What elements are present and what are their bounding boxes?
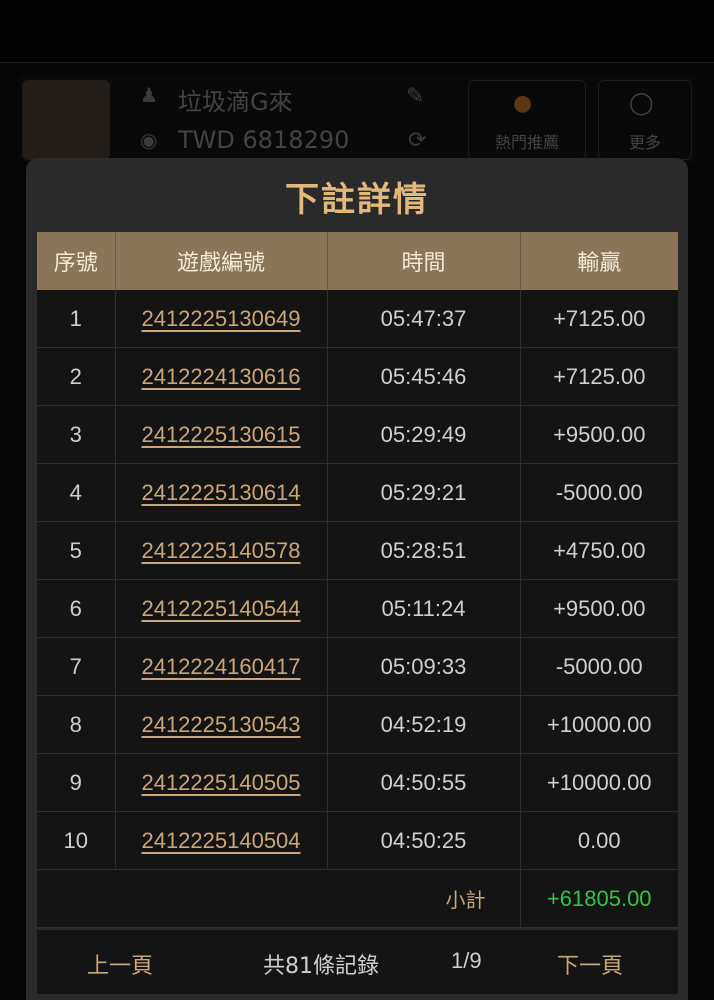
subtotal-label: 小計 [37, 869, 521, 928]
row-time: 05:45:46 [327, 347, 521, 406]
game-id-link[interactable]: 2412224130616 [141, 364, 300, 389]
modal-title: 下註詳情 [285, 180, 429, 220]
row-win-loss: +7125.00 [520, 290, 678, 348]
row-win-loss: -5000.00 [520, 637, 678, 696]
table-row: 3 2412225130615 05:29:49 +9500.00 [37, 405, 678, 464]
row-seq: 1 [37, 290, 116, 348]
game-id-link[interactable]: 2412225140504 [141, 828, 300, 853]
game-id-link[interactable]: 2412225140505 [141, 770, 300, 795]
row-seq: 4 [37, 463, 116, 522]
column-header-time: 時間 [327, 232, 521, 290]
row-game-id-cell: 2412225140544 [115, 579, 328, 638]
row-seq: 9 [37, 753, 116, 812]
row-win-loss: +10000.00 [520, 753, 678, 812]
game-id-link[interactable]: 2412225130649 [141, 306, 300, 331]
row-time: 05:47:37 [327, 290, 521, 348]
row-win-loss: +9500.00 [520, 405, 678, 464]
bet-detail-modal: 下註詳情 序號 遊戲編號 時間 輸贏 1 2412225130649 05:47:3… [26, 158, 688, 1000]
row-game-id-cell: 2412224160417 [115, 637, 328, 696]
row-win-loss: +9500.00 [520, 579, 678, 638]
profile-card: ♟ 垃圾滴G來 ✎ ◉ TWD 6818290 ⟳ ● 熱門推薦 ◯ 更多 [18, 76, 696, 162]
balance: TWD 6818290 [178, 126, 350, 154]
table-row: 2 2412224130616 05:45:46 +7125.00 [37, 347, 678, 406]
row-game-id-cell: 2412225140504 [115, 811, 328, 870]
column-header-seq: 序號 [37, 232, 116, 290]
coin-icon: ◉ [140, 128, 158, 152]
fire-icon: ● [513, 91, 533, 116]
row-time: 05:29:49 [327, 405, 521, 464]
row-game-id-cell: 2412224130616 [115, 347, 328, 406]
bet-detail-table: 序號 遊戲編號 時間 輸贏 1 2412225130649 05:47:37 +712… [37, 232, 678, 928]
prev-page-button[interactable]: 上一頁 [87, 948, 153, 980]
avatar [22, 80, 110, 160]
game-id-link[interactable]: 2412225140544 [141, 596, 300, 621]
row-seq: 10 [37, 811, 116, 870]
app-top-bar [0, 0, 714, 62]
next-page-button[interactable]: 下一頁 [557, 948, 623, 980]
column-header-win-loss: 輸贏 [520, 232, 678, 290]
row-seq: 5 [37, 521, 116, 580]
hot-recommend-label: 熱門推薦 [494, 133, 559, 152]
row-game-id-cell: 2412225140578 [115, 521, 328, 580]
game-id-link[interactable]: 2412225140578 [141, 538, 300, 563]
row-seq: 3 [37, 405, 116, 464]
table-row: 6 2412225140544 05:11:24 +9500.00 [37, 579, 678, 638]
app-divider [0, 62, 714, 63]
row-win-loss: +10000.00 [520, 695, 678, 754]
row-time: 05:11:24 [327, 579, 521, 638]
table-row: 8 2412225130543 04:52:19 +10000.00 [37, 695, 678, 754]
table-row: 9 2412225140505 04:50:55 +10000.00 [37, 753, 678, 812]
row-time: 05:09:33 [327, 637, 521, 696]
row-time: 05:29:21 [327, 463, 521, 522]
game-id-link[interactable]: 2412225130614 [141, 480, 300, 505]
row-game-id-cell: 2412225140505 [115, 753, 328, 812]
hot-recommend-button: ● 熱門推薦 [468, 80, 586, 160]
table-row: 1 2412225130649 05:47:37 +7125.00 [37, 290, 678, 348]
user-icon: ♟ [140, 83, 158, 107]
more-label: 更多 [628, 133, 661, 152]
row-time: 05:28:51 [327, 521, 521, 580]
row-win-loss: 0.00 [520, 811, 678, 870]
game-id-link[interactable]: 2412224160417 [141, 654, 300, 679]
table-row: 7 2412224160417 05:09:33 -5000.00 [37, 637, 678, 696]
row-game-id-cell: 2412225130649 [115, 290, 328, 348]
row-seq: 6 [37, 579, 116, 638]
row-time: 04:52:19 [327, 695, 521, 754]
clock-icon: ◯ [629, 91, 654, 116]
table-row: 4 2412225130614 05:29:21 -5000.00 [37, 463, 678, 522]
row-seq: 2 [37, 347, 116, 406]
game-id-link[interactable]: 2412225130543 [141, 712, 300, 737]
column-header-game-id: 遊戲編號 [115, 232, 328, 290]
row-win-loss: +7125.00 [520, 347, 678, 406]
subtotal-value: +61805.00 [520, 869, 678, 928]
game-id-link[interactable]: 2412225130615 [141, 422, 300, 447]
row-seq: 7 [37, 637, 116, 696]
row-seq: 8 [37, 695, 116, 754]
row-game-id-cell: 2412225130543 [115, 695, 328, 754]
row-win-loss: -5000.00 [520, 463, 678, 522]
refresh-icon: ⟳ [408, 128, 427, 153]
pagination-bar: 上一頁 共81條記錄 1/9 下一頁 [37, 930, 678, 994]
username: 垃圾滴G來 [178, 88, 293, 116]
row-game-id-cell: 2412225130615 [115, 405, 328, 464]
table-header-row: 序號 遊戲編號 時間 輸贏 [37, 232, 678, 290]
subtotal-row: 小計 +61805.00 [37, 869, 678, 928]
row-win-loss: +4750.00 [520, 521, 678, 580]
page-indicator: 1/9 [451, 948, 482, 973]
total-records: 共81條記錄 [263, 954, 379, 979]
row-time: 04:50:55 [327, 753, 521, 812]
row-game-id-cell: 2412225130614 [115, 463, 328, 522]
table-row: 10 2412225140504 04:50:25 0.00 [37, 811, 678, 870]
row-time: 04:50:25 [327, 811, 521, 870]
edit-icon: ✎ [406, 84, 425, 109]
table-row: 5 2412225140578 05:28:51 +4750.00 [37, 521, 678, 580]
more-button: ◯ 更多 [598, 80, 692, 160]
